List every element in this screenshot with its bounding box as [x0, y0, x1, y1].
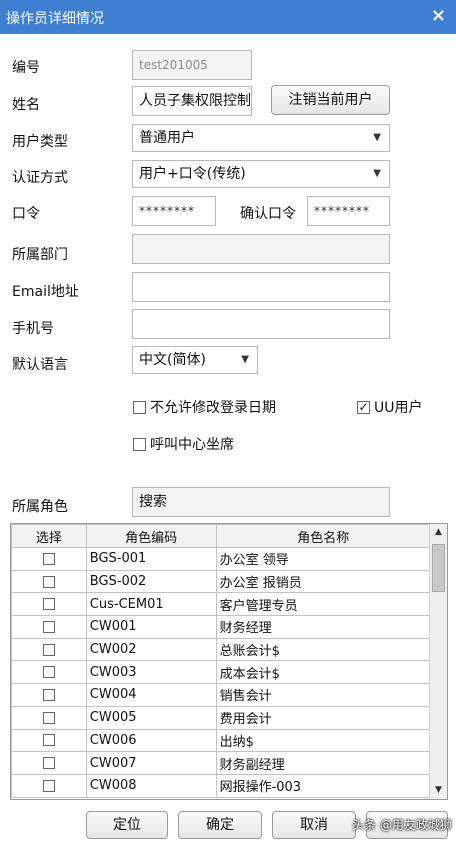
id-field[interactable]: test201005 — [132, 50, 252, 80]
role-code-cell: BGS-001 — [85, 547, 217, 571]
role-name-cell: 客户管理专员 — [215, 592, 432, 617]
role-name-cell: 网报操作-003 — [215, 773, 432, 798]
auth-method-value: 用户+口令(传统) — [139, 166, 246, 182]
password-field[interactable]: ******** — [132, 196, 216, 226]
row-checkbox[interactable] — [42, 620, 55, 633]
role-label: 所属角色 — [12, 499, 68, 515]
email-label: Email地址 — [12, 284, 79, 300]
role-grid: 选择 角色编码 角色名称 BGS-001 办公室 领导 BGS-002 办公室 报销… — [10, 523, 448, 800]
table-header-row: 选择 角色编码 角色名称 — [11, 524, 432, 548]
locate-button[interactable]: 定位 — [86, 811, 168, 839]
role-code-cell: CW005 — [85, 705, 217, 730]
table-row[interactable]: CW002 总账会计$ — [11, 637, 432, 662]
email-field[interactable] — [132, 272, 390, 302]
role-name-cell: 总账会计$ — [215, 637, 432, 662]
checkbox-box[interactable] — [133, 400, 146, 414]
table-row[interactable]: BGS-002 办公室 报销员 — [11, 569, 432, 594]
id-label: 编号 — [12, 60, 40, 76]
row-checkbox[interactable] — [42, 552, 55, 565]
confirm-password-label: 确认口令 — [240, 206, 296, 222]
name-label: 姓名 — [12, 97, 40, 113]
column-header-role-code[interactable]: 角色编码 — [85, 524, 217, 548]
role-code-cell: Cus-CEM01 — [85, 592, 217, 617]
role-code-cell: CW003 — [85, 660, 217, 685]
column-header-role-name[interactable]: 角色名称 — [215, 524, 432, 548]
scroll-down-icon[interactable]: ▼ — [430, 782, 447, 799]
table-row[interactable]: CW007 财务副经理 — [11, 751, 432, 775]
row-checkbox[interactable] — [42, 779, 55, 792]
confirm-button[interactable]: 确定 — [178, 811, 262, 839]
table-row[interactable]: CW006 出纳$ — [11, 728, 432, 753]
row-checkbox[interactable] — [42, 711, 55, 724]
vertical-scrollbar[interactable]: ▲ ▼ — [429, 524, 447, 799]
confirm-password-field[interactable]: ******** — [307, 196, 390, 226]
no-change-login-date-label: 不允许修改登录日期 — [150, 400, 276, 416]
user-type-value: 普通用户 — [139, 130, 195, 146]
phone-label: 手机号 — [12, 321, 54, 337]
role-search-input[interactable]: 搜索 — [132, 487, 390, 517]
role-table: 选择 角色编码 角色名称 BGS-001 办公室 领导 BGS-002 办公室 报销… — [11, 524, 432, 798]
row-checkbox[interactable] — [42, 688, 55, 701]
role-name-cell: 成本会计$ — [215, 660, 432, 685]
row-checkbox[interactable] — [42, 666, 55, 679]
row-checkbox[interactable] — [42, 643, 55, 656]
table-row[interactable]: Cus-CEM01 客户管理专员 — [11, 592, 432, 617]
role-name-cell: 财务经理 — [215, 615, 432, 639]
phone-field[interactable] — [132, 309, 390, 339]
auth-method-label: 认证方式 — [12, 170, 68, 186]
call-center-agent-label: 呼叫中心坐席 — [150, 437, 234, 453]
row-checkbox[interactable] — [42, 734, 55, 747]
name-field[interactable]: 人员子集权限控制 — [132, 86, 252, 116]
table-row[interactable]: CW001 财务经理 — [11, 615, 432, 639]
role-name-cell: 销售会计 — [215, 683, 432, 707]
chevron-down-icon: ▼ — [373, 168, 381, 179]
chevron-down-icon: ▼ — [241, 354, 249, 365]
checkbox-box[interactable] — [133, 437, 146, 451]
close-icon[interactable]: × — [431, 5, 446, 26]
row-checkbox[interactable] — [42, 757, 55, 770]
user-type-label: 用户类型 — [12, 134, 68, 150]
role-name-cell: 出纳$ — [215, 728, 432, 753]
department-field[interactable] — [132, 234, 390, 264]
check-icon[interactable]: ✓ — [357, 400, 370, 414]
table-row[interactable]: CW003 成本会计$ — [11, 660, 432, 685]
role-code-cell: CW001 — [85, 615, 217, 639]
window-title: 操作员详细情况 — [6, 11, 104, 27]
uu-user-checkbox[interactable]: ✓ UU用户 — [357, 397, 423, 417]
role-code-cell: CW006 — [85, 728, 217, 753]
title-bar: 操作员详细情况 × — [0, 0, 456, 34]
uu-user-label: UU用户 — [374, 400, 423, 416]
table-row[interactable]: CW004 销售会计 — [11, 683, 432, 707]
role-code-cell: CW008 — [85, 773, 217, 798]
role-code-cell: BGS-002 — [85, 569, 217, 594]
role-name-cell: 财务副经理 — [215, 751, 432, 775]
auth-method-select[interactable]: 用户+口令(传统) ▼ — [132, 160, 390, 188]
role-code-cell: CW002 — [85, 637, 217, 662]
table-row[interactable]: BGS-001 办公室 领导 — [11, 547, 432, 571]
call-center-agent-checkbox[interactable]: 呼叫中心坐席 — [133, 434, 234, 454]
row-checkbox[interactable] — [42, 598, 55, 611]
role-name-cell: 费用会计 — [215, 705, 432, 730]
no-change-login-date-checkbox[interactable]: 不允许修改登录日期 — [133, 397, 276, 417]
language-select[interactable]: 中文(简体) ▼ — [132, 346, 258, 374]
table-row[interactable]: CW008 网报操作-003 — [11, 773, 432, 798]
user-type-select[interactable]: 普通用户 ▼ — [132, 124, 390, 152]
watermark: 头条 @用友政城狮 — [352, 818, 452, 832]
scroll-thumb[interactable] — [432, 544, 445, 592]
column-header-select[interactable]: 选择 — [11, 524, 87, 548]
language-value: 中文(简体) — [139, 352, 206, 368]
row-checkbox[interactable] — [42, 575, 55, 588]
chevron-down-icon: ▼ — [373, 132, 381, 143]
table-row[interactable]: CW005 费用会计 — [11, 705, 432, 730]
department-label: 所属部门 — [12, 247, 68, 263]
cancel-current-user-button[interactable]: 注销当前用户 — [271, 85, 390, 115]
role-name-cell: 办公室 报销员 — [215, 569, 432, 594]
language-label: 默认语言 — [12, 357, 68, 373]
role-code-cell: CW004 — [85, 683, 217, 707]
role-code-cell: CW007 — [85, 751, 217, 775]
password-label: 口令 — [12, 206, 40, 222]
scroll-up-icon[interactable]: ▲ — [430, 524, 447, 541]
cancel-button[interactable]: 取消 — [272, 811, 356, 839]
role-name-cell: 办公室 领导 — [215, 547, 432, 571]
